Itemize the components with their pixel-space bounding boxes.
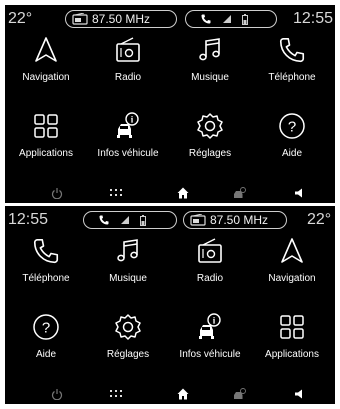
- power-icon[interactable]: [49, 186, 65, 200]
- volume-icon[interactable]: [291, 186, 307, 200]
- tile-label: Aide: [281, 148, 302, 159]
- vehicle-icon[interactable]: [232, 186, 248, 200]
- tile-label: Navigation: [268, 273, 316, 284]
- battery-icon: [140, 214, 146, 226]
- tile-label: Radio: [114, 72, 142, 83]
- tile-navigation[interactable]: Navigation: [251, 236, 333, 300]
- radio-small-icon: [72, 13, 88, 25]
- radio-status-pill[interactable]: 87.50 MHz: [183, 211, 287, 229]
- temperature-readout: 22°: [307, 211, 332, 228]
- phone-icon: [277, 35, 307, 65]
- settings-gear-icon: [113, 312, 143, 342]
- tile-applications[interactable]: Applications: [5, 111, 87, 175]
- radio-small-icon: [190, 214, 206, 226]
- power-icon[interactable]: [49, 387, 65, 401]
- tile-label: Applications: [19, 148, 73, 159]
- volume-icon[interactable]: [291, 387, 307, 401]
- navigation-icon: [31, 35, 61, 65]
- radio-status-pill[interactable]: 87.50 MHz: [65, 10, 177, 28]
- phone-small-icon: [98, 214, 110, 226]
- tile-label: Infos véhicule: [97, 148, 159, 159]
- navigation-icon: [277, 236, 307, 266]
- tile-music[interactable]: Musique: [87, 236, 169, 300]
- radio-frequency: 87.50 MHz: [210, 213, 269, 227]
- tile-navigation[interactable]: Navigation: [5, 35, 87, 99]
- phone-status-pill[interactable]: [83, 211, 177, 229]
- vehicle-icon[interactable]: [232, 387, 248, 401]
- vehicle-info-icon: i: [113, 111, 143, 141]
- tile-label: Réglages: [106, 349, 150, 360]
- music-icon: [195, 35, 225, 65]
- tile-phone[interactable]: Téléphone: [251, 35, 333, 99]
- status-bar: 22° 87.50 MHz 12:55: [5, 9, 335, 29]
- tile-help[interactable]: ? Aide: [251, 111, 333, 175]
- phone-icon: [31, 236, 61, 266]
- home-icon[interactable]: [175, 186, 191, 200]
- apps-grid-icon: [277, 312, 307, 342]
- svg-text:i: i: [213, 316, 216, 326]
- clock: 12:55: [293, 10, 334, 27]
- tile-vehicle-info[interactable]: i Infos véhicule: [87, 111, 169, 175]
- tile-label: Navigation: [22, 72, 70, 83]
- tile-label: Téléphone: [22, 273, 70, 284]
- signal-strength-icon: [120, 215, 130, 225]
- svg-text:i: i: [131, 115, 134, 125]
- tile-radio[interactable]: Radio: [169, 236, 251, 300]
- tile-label: Infos véhicule: [179, 349, 241, 360]
- home-screen-right-hand-drive: 12:55 87.50 MHz 22° Téléphone Musique Ra…: [5, 206, 335, 404]
- vehicle-info-icon: i: [195, 312, 225, 342]
- status-bar: 12:55 87.50 MHz 22°: [5, 210, 335, 230]
- help-icon: ?: [277, 111, 307, 141]
- tile-label: Téléphone: [268, 72, 316, 83]
- tile-label: Réglages: [188, 148, 232, 159]
- home-screen-left-hand-drive: 22° 87.50 MHz 12:55 Navigation Radio Mus…: [5, 5, 335, 203]
- tile-music[interactable]: Musique: [169, 35, 251, 99]
- radio-icon: [195, 236, 225, 266]
- phone-status-pill[interactable]: [185, 10, 277, 28]
- signal-strength-icon: [222, 14, 232, 24]
- help-icon: ?: [31, 312, 61, 342]
- tile-label: Applications: [265, 349, 319, 360]
- svg-text:?: ?: [42, 320, 50, 337]
- apps-grid-icon: [31, 111, 61, 141]
- tile-settings[interactable]: Réglages: [169, 111, 251, 175]
- radio-icon: [113, 35, 143, 65]
- home-icon[interactable]: [175, 387, 191, 401]
- tile-label: Radio: [196, 273, 224, 284]
- tile-help[interactable]: ? Aide: [5, 312, 87, 376]
- tile-radio[interactable]: Radio: [87, 35, 169, 99]
- tile-applications[interactable]: Applications: [251, 312, 333, 376]
- svg-text:?: ?: [288, 119, 296, 136]
- phone-small-icon: [200, 13, 212, 25]
- tile-label: Musique: [109, 273, 147, 284]
- tile-settings[interactable]: Réglages: [87, 312, 169, 376]
- tile-label: Musique: [191, 72, 229, 83]
- tile-phone[interactable]: Téléphone: [5, 236, 87, 300]
- settings-gear-icon: [195, 111, 225, 141]
- apps-dots-icon[interactable]: [108, 186, 124, 200]
- tile-vehicle-info[interactable]: i Infos véhicule: [169, 312, 251, 376]
- battery-icon: [242, 13, 248, 25]
- music-icon: [113, 236, 143, 266]
- bottom-dock: [5, 384, 335, 404]
- clock: 12:55: [8, 211, 49, 228]
- bottom-dock: [5, 183, 335, 203]
- temperature-readout: 22°: [8, 10, 33, 27]
- apps-dots-icon[interactable]: [108, 387, 124, 401]
- tile-label: Aide: [35, 349, 56, 360]
- radio-frequency: 87.50 MHz: [92, 12, 151, 26]
